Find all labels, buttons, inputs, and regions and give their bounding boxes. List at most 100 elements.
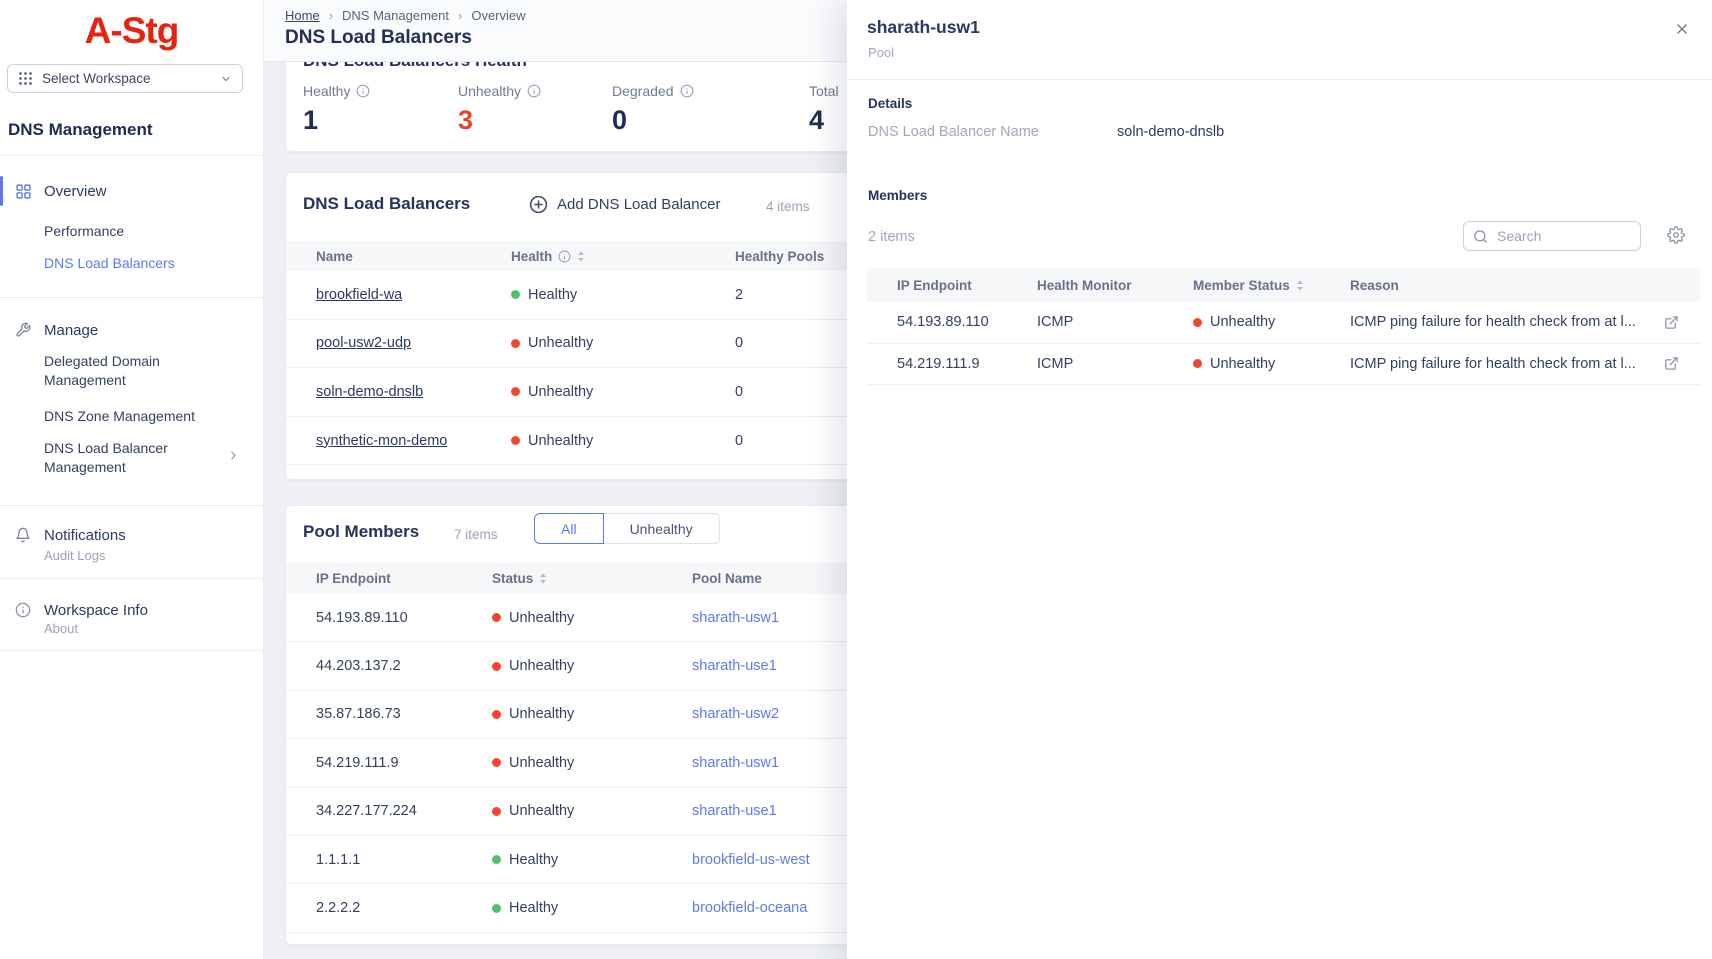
sidebar-item-dns-load-balancer-management[interactable]: DNS Load Balancer Management <box>44 439 184 477</box>
pool-members-items-count: 7 items <box>454 527 498 542</box>
stat-value: 1 <box>303 105 370 136</box>
stat-label: Degraded <box>612 83 674 99</box>
ip-cell: 2.2.2.2 <box>316 900 360 916</box>
reason-cell: ICMP ping failure for health check from … <box>1350 314 1636 330</box>
ip-cell: 54.219.111.9 <box>897 356 980 372</box>
col-ip-endpoint[interactable]: IP Endpoint <box>316 571 391 586</box>
healthy-dot <box>492 855 501 864</box>
add-circle-icon <box>528 194 549 215</box>
sidebar-item-label: Workspace Info <box>44 602 148 619</box>
unhealthy-dot <box>492 613 501 622</box>
lb-name-link[interactable]: synthetic-mon-demo <box>316 433 447 449</box>
pool-link[interactable]: sharath-usw2 <box>692 706 779 722</box>
healthy-dot <box>492 904 501 913</box>
drawer-subtitle: Pool <box>868 45 894 60</box>
health-cell: Unhealthy <box>511 384 593 400</box>
info-icon[interactable] <box>558 250 571 263</box>
col-label: Member Status <box>1193 278 1290 293</box>
health-cell: Unhealthy <box>511 335 593 351</box>
pools-cell: 2 <box>735 287 743 303</box>
app-screen: A-Stg Select Workspace DNS Management Ov… <box>0 0 1712 959</box>
col-pool-name[interactable]: Pool Name <box>692 571 762 586</box>
unhealthy-dot <box>511 436 520 445</box>
sort-icon[interactable] <box>577 251 585 262</box>
external-link-icon[interactable] <box>1664 315 1679 330</box>
status-cell: Unhealthy <box>492 803 574 819</box>
add-dns-load-balancer-button[interactable]: Add DNS Load Balancer <box>522 193 726 216</box>
pool-link[interactable]: sharath-use1 <box>692 803 777 819</box>
members-heading: Members <box>868 188 927 203</box>
pool-link[interactable]: brookfield-oceana <box>692 900 807 916</box>
status-cell: Unhealthy <box>1193 314 1275 330</box>
unhealthy-dot <box>511 387 520 396</box>
sidebar-item-overview[interactable]: Overview <box>0 176 263 206</box>
col-health-monitor[interactable]: Health Monitor <box>1037 278 1132 293</box>
sidebar-item-dns-zone-management[interactable]: DNS Zone Management <box>44 407 195 426</box>
lb-items-count: 4 items <box>766 199 810 214</box>
info-icon[interactable] <box>356 84 370 98</box>
sidebar-item-delegated-domain-management[interactable]: Delegated Domain Management <box>44 352 204 390</box>
ip-cell: 54.193.89.110 <box>897 314 989 330</box>
sidebar-item-audit-logs[interactable]: Audit Logs <box>44 546 105 565</box>
col-status[interactable]: Status <box>492 571 547 586</box>
stat-degraded: Degraded 0 <box>612 83 694 136</box>
pool-link[interactable]: sharath-use1 <box>692 658 777 674</box>
sidebar-item-about[interactable]: About <box>44 619 78 638</box>
sidebar-item-performance[interactable]: Performance <box>44 222 124 241</box>
lb-name-link[interactable]: brookfield-wa <box>316 287 402 303</box>
col-ip-endpoint[interactable]: IP Endpoint <box>897 278 972 293</box>
col-health[interactable]: Health <box>511 249 585 264</box>
breadcrumb-overview[interactable]: Overview <box>471 8 525 23</box>
lb-name-link[interactable]: soln-demo-dnslb <box>316 384 423 400</box>
col-reason[interactable]: Reason <box>1350 278 1399 293</box>
external-link-icon[interactable] <box>1664 356 1679 371</box>
status-cell: Unhealthy <box>492 658 574 674</box>
filter-all-button[interactable]: All <box>534 513 604 544</box>
col-label: Status <box>492 571 533 586</box>
stat-label: Unhealthy <box>458 83 521 99</box>
close-icon[interactable] <box>1674 21 1690 37</box>
info-circle-icon <box>15 602 31 618</box>
divider <box>847 79 1712 80</box>
sort-icon[interactable] <box>539 573 547 584</box>
ip-cell: 35.87.186.73 <box>316 706 401 722</box>
sort-icon[interactable] <box>1296 280 1304 291</box>
info-icon[interactable] <box>527 84 541 98</box>
sidebar-item-notifications[interactable]: Notifications <box>0 520 263 550</box>
sidebar-item-workspace-info[interactable]: Workspace Info <box>0 595 263 625</box>
pool-link[interactable]: sharath-usw1 <box>692 610 779 626</box>
lb-name-link[interactable]: pool-usw2-udp <box>316 335 411 351</box>
details-heading: Details <box>868 96 912 111</box>
bell-icon <box>15 527 31 543</box>
unhealthy-dot <box>1193 359 1202 368</box>
stat-total: Total 4 <box>809 83 839 136</box>
members-table-header: IP Endpoint Health Monitor Member Status… <box>867 268 1700 302</box>
sidebar: A-Stg Select Workspace DNS Management Ov… <box>0 0 264 959</box>
sidebar-item-dns-load-balancers[interactable]: DNS Load Balancers <box>44 254 175 273</box>
search-input[interactable] <box>1495 227 1615 245</box>
pool-link[interactable]: sharath-usw1 <box>692 755 779 771</box>
col-healthy-pools[interactable]: Healthy Pools <box>735 249 824 264</box>
filter-unhealthy-button[interactable]: Unhealthy <box>604 513 720 544</box>
sidebar-item-manage[interactable]: Manage <box>0 315 263 345</box>
health-cell: Healthy <box>511 287 577 303</box>
status-filter: All Unhealthy <box>534 513 720 544</box>
breadcrumb-home[interactable]: Home <box>285 8 320 23</box>
pool-link[interactable]: brookfield-us-west <box>692 852 810 868</box>
healthy-dot <box>511 290 520 299</box>
stat-healthy: Healthy 1 <box>303 83 370 136</box>
gear-icon[interactable] <box>1667 226 1685 244</box>
detail-label: DNS Load Balancer Name <box>868 124 1039 140</box>
breadcrumb-dns-management[interactable]: DNS Management <box>342 8 449 23</box>
lb-card-title: DNS Load Balancers <box>303 194 470 214</box>
workspace-selector-label: Select Workspace <box>42 71 211 86</box>
col-member-status[interactable]: Member Status <box>1193 278 1304 293</box>
info-icon[interactable] <box>680 84 694 98</box>
stat-value: 0 <box>612 105 694 136</box>
pool-detail-drawer: sharath-usw1 Pool Details DNS Load Balan… <box>847 0 1712 959</box>
workspace-selector[interactable]: Select Workspace <box>7 64 243 93</box>
stat-label: Healthy <box>303 83 350 99</box>
col-name[interactable]: Name <box>316 249 353 264</box>
chevron-right-icon[interactable] <box>227 449 240 462</box>
page-title: DNS Load Balancers <box>285 27 472 49</box>
